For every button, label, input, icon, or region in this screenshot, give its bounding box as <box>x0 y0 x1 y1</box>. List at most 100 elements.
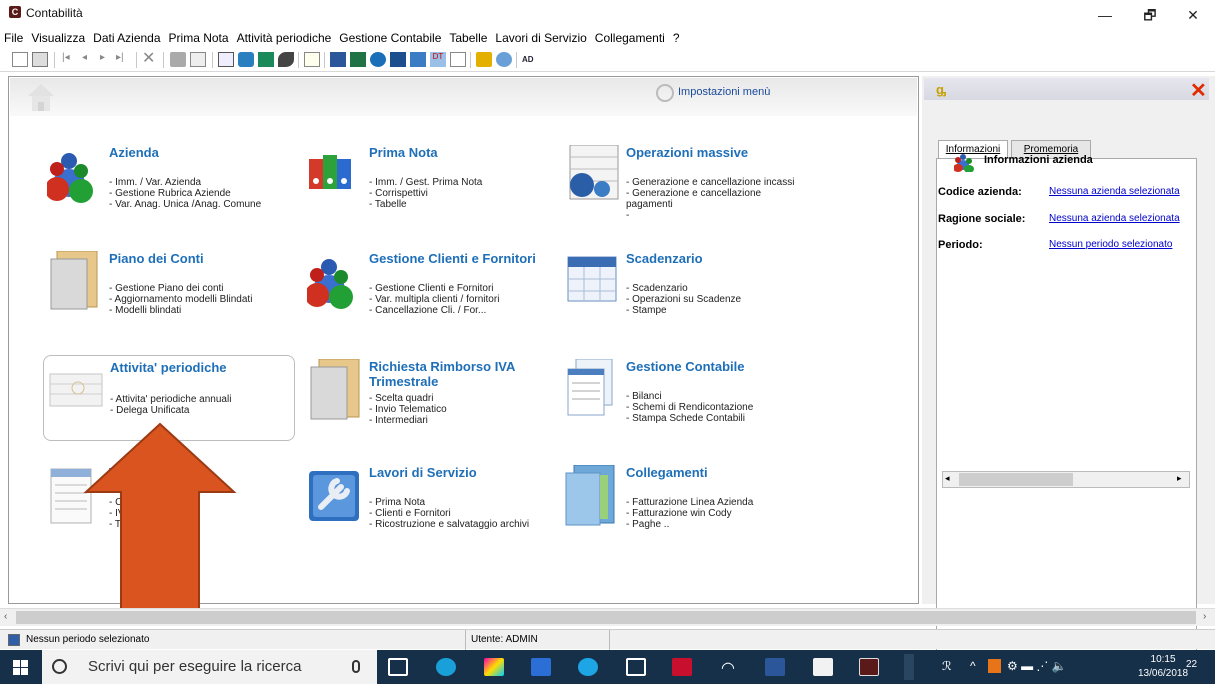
section-gestione-clienti-fornitori[interactable]: Gestione Clienti e Fornitori - Gestione … <box>307 251 557 341</box>
section-title[interactable]: Attivita' periodiche <box>110 360 227 375</box>
section-item[interactable]: - Schemi di Rendicontazione <box>626 402 753 413</box>
wifi-icon[interactable]: ◠ <box>718 658 738 677</box>
calculator-icon[interactable] <box>218 52 234 67</box>
tray-app-icon[interactable] <box>988 659 1001 673</box>
help-icon[interactable] <box>304 52 320 67</box>
section-item[interactable]: - Invio Telematico <box>369 404 447 415</box>
new-icon[interactable] <box>12 52 28 67</box>
section-item[interactable]: - Operazioni su Scadenze <box>626 294 741 305</box>
section-azienda[interactable]: Azienda - Imm. / Var. Azienda - Gestione… <box>47 145 297 235</box>
contabilita-taskbar-icon[interactable] <box>859 658 879 676</box>
section-title[interactable]: Piano dei Conti <box>109 251 204 266</box>
menu-gestione-contabile[interactable]: Gestione Contabile <box>335 29 445 47</box>
codice-azienda-value[interactable]: Nessuna azienda selezionata <box>1049 186 1180 197</box>
section-gestione-contabile[interactable]: Gestione Contabile - Bilanci - Schemi di… <box>564 359 814 449</box>
minimize-button[interactable]: — <box>1083 2 1127 28</box>
ad-button[interactable]: AD <box>522 52 538 67</box>
section-item[interactable]: - Fatturazione win Cody <box>626 508 753 519</box>
scroll-thumb[interactable] <box>959 473 1073 486</box>
section-item[interactable]: - Gestione Clienti e Fornitori <box>369 283 499 294</box>
scroll-thumb[interactable] <box>16 611 1196 624</box>
ragione-sociale-value[interactable]: Nessuna azienda selezionata <box>1049 213 1180 224</box>
section-item[interactable]: - Paghe .. <box>626 519 753 530</box>
notification-icon[interactable]: 22 <box>1186 659 1204 675</box>
section-item[interactable]: - Var. multipla clienti / fornitori <box>369 294 499 305</box>
section-item[interactable]: - Modelli blindati <box>109 305 252 316</box>
browser-icon[interactable] <box>370 52 386 67</box>
print-preview-icon[interactable] <box>190 52 206 67</box>
menu-lavori-di-servizio[interactable]: Lavori di Servizio <box>491 29 590 47</box>
section-richiesta-rimborso-iva[interactable]: Richiesta Rimborso IVA Trimestrale - Sce… <box>307 359 557 449</box>
section-item[interactable]: - Scadenzario <box>626 283 741 294</box>
pin-icon[interactable]: ᶃ <box>936 82 946 97</box>
edge-icon[interactable] <box>436 658 456 676</box>
book-icon[interactable] <box>258 52 274 67</box>
section-title[interactable]: Azienda <box>109 145 159 160</box>
section-item[interactable]: - Imm. / Gest. Prima Nota <box>369 177 482 188</box>
section-item[interactable]: - Prima Nota <box>369 497 529 508</box>
section-item[interactable]: - Stampa Schede Contabili <box>626 413 753 424</box>
monitor-icon[interactable] <box>390 52 406 67</box>
section-item[interactable]: - Attivita' periodiche annuali <box>110 394 231 405</box>
close-panel-icon[interactable]: ✕ <box>1190 78 1207 103</box>
last-record-icon[interactable]: ▸| <box>116 52 132 67</box>
section-title-line2[interactable]: Trimestrale <box>369 374 438 389</box>
section-item[interactable]: - Bilanci <box>626 391 753 402</box>
documents-icon[interactable] <box>410 52 426 67</box>
section-title[interactable]: Richiesta Rimborso IVA <box>369 359 515 374</box>
user-icon[interactable] <box>238 52 254 67</box>
section-title[interactable]: Operazioni massive <box>626 145 748 160</box>
word-icon[interactable] <box>330 52 346 67</box>
section-item[interactable]: - <box>626 210 794 221</box>
section-title[interactable]: Gestione Clienti e Fornitori <box>369 251 536 266</box>
show-hidden-icon[interactable] <box>904 654 914 680</box>
section-title[interactable]: Collegamenti <box>626 465 708 480</box>
section-operazioni-massive[interactable]: Operazioni massive - Generazione e cance… <box>564 145 814 235</box>
dropbox-icon[interactable] <box>531 658 551 676</box>
section-item[interactable]: - Corrispettivi <box>369 188 482 199</box>
section-item[interactable]: pagamenti <box>626 199 794 210</box>
people-icon[interactable]: ℛ <box>942 659 952 673</box>
menu-visualizza[interactable]: Visualizza <box>27 29 89 47</box>
menu-attivita-periodiche[interactable]: Attività periodiche <box>233 29 336 47</box>
word-icon[interactable] <box>765 658 785 676</box>
pdf-icon[interactable]: DT <box>430 52 446 67</box>
info-scrollbar[interactable]: ◂ ▸ <box>942 471 1190 488</box>
close-button[interactable]: ✕ <box>1171 2 1215 28</box>
taskbar-clock[interactable]: 10:15 13/06/2018 <box>1138 653 1188 681</box>
section-title[interactable]: Lavori di Servizio <box>369 465 477 480</box>
section-item[interactable]: - Fatturazione Linea Azienda <box>626 497 753 508</box>
screen-icon[interactable] <box>626 658 646 676</box>
section-item[interactable]: - Scelta quadri <box>369 393 447 404</box>
section-item[interactable]: - Cancellazione Cli. / For... <box>369 305 499 316</box>
section-item[interactable]: - Generazione e cancellazione <box>626 188 794 199</box>
menu-collegamenti[interactable]: Collegamenti <box>591 29 669 47</box>
section-title[interactable]: Scadenzario <box>626 251 703 266</box>
next-record-icon[interactable]: ▸ <box>100 52 116 67</box>
tools-icon[interactable] <box>476 52 492 67</box>
section-title[interactable]: Gestione Contabile <box>626 359 744 374</box>
browser-icon[interactable] <box>813 658 833 676</box>
home-icon[interactable] <box>27 82 55 112</box>
section-item[interactable]: - Tabelle <box>369 199 482 210</box>
section-lavori-di-servizio[interactable]: Lavori di Servizio - Prima Nota - Client… <box>307 465 557 555</box>
tray-icons[interactable]: ⚙ ▬ ⋰ 🔈 <box>1007 659 1067 673</box>
menu-dati-azienda[interactable]: Dati Azienda <box>89 29 164 47</box>
arrow-icon[interactable] <box>278 52 294 67</box>
scroll-right-icon[interactable]: › <box>1203 611 1206 622</box>
task-view-icon[interactable] <box>388 658 408 676</box>
restore-button[interactable]: 🗗 <box>1128 2 1172 28</box>
periodo-value[interactable]: Nessun periodo selezionato <box>1049 239 1172 250</box>
menu-help[interactable]: ? <box>669 29 684 47</box>
print-icon[interactable] <box>170 52 186 67</box>
menu-prima-nota[interactable]: Prima Nota <box>165 29 233 47</box>
section-item[interactable]: - Var. Anag. Unica /Anag. Comune <box>109 199 261 210</box>
taskbar-search-box[interactable]: Scrivi qui per eseguire la ricerca <box>42 650 377 684</box>
scroll-left-icon[interactable]: ◂ <box>945 473 957 486</box>
section-piano-dei-conti[interactable]: Piano dei Conti - Gestione Piano dei con… <box>47 251 297 341</box>
skype-icon[interactable] <box>578 658 598 676</box>
delete-icon[interactable]: ✕ <box>142 51 158 67</box>
text-icon[interactable] <box>450 52 466 67</box>
section-item[interactable]: - Delega Unificata <box>110 405 231 416</box>
gear-icon[interactable] <box>656 84 674 102</box>
